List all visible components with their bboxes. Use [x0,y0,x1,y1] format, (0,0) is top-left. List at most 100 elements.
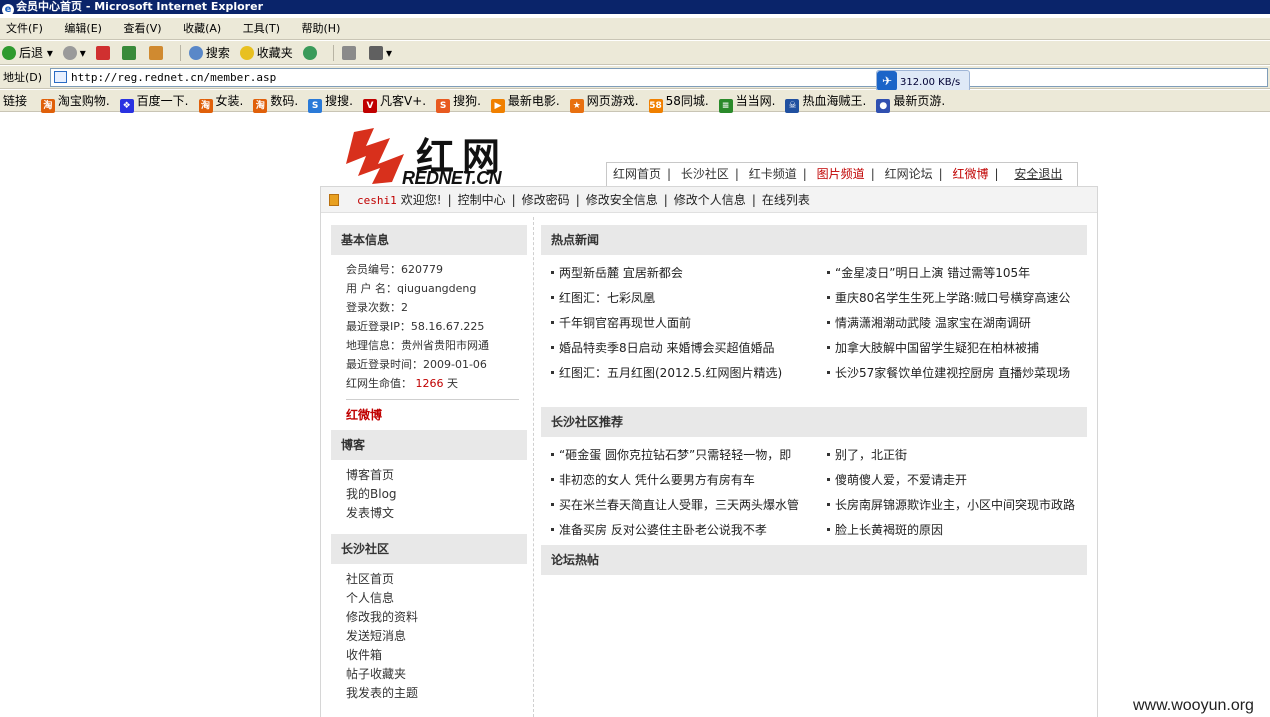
rec-item[interactable]: 非初恋的女人 凭什么要男方有房有车 [541,468,817,493]
link-bar-item[interactable]: S 搜狗. [436,90,481,113]
link-control-center[interactable]: 控制中心 [458,193,506,207]
download-speed-widget[interactable]: ✈ 312.00 KB/s [876,70,970,92]
search-icon [188,46,203,60]
taobao-icon: 淘 [198,99,213,113]
forward-button[interactable]: ▾ [62,41,86,65]
community-link[interactable]: 修改我的资料 [346,608,527,627]
taobao-icon: 淘 [253,99,268,113]
blog-links: 博客首页 我的Blog 发表博文 [331,460,527,534]
refresh-button[interactable] [122,41,139,65]
onepiece-icon: ☠ [785,99,800,113]
home-button[interactable] [149,41,166,65]
plane-icon: ✈ [877,71,897,91]
blog-link[interactable]: 发表博文 [346,504,527,523]
info-row: 登录次数：2 [346,301,408,314]
back-arrow-icon [2,46,16,60]
favorites-button[interactable]: 收藏夹 [239,41,293,65]
link-bar-item[interactable]: S 搜搜. [308,90,353,113]
top-nav: 红网首页 | 长沙社区 | 红卡频道 | 图片频道 | 红网论坛 | 红微博 | 安全退出 [606,162,1078,186]
rec-item[interactable]: 买在米兰春天简直让人受罪，三天两头爆水管 [541,493,817,518]
history-button[interactable] [302,41,320,65]
links-bar: 链接 淘淘宝购物. ❖ 百度一下. 淘女装. 淘数码. S 搜搜. V 凡客V+. S 搜狗. ▶ 最新… [0,90,1270,113]
link-change-password[interactable]: 修改密码 [522,193,570,207]
nav-photo[interactable]: 图片频道 [817,163,865,185]
community-link[interactable]: 社区首页 [346,570,527,589]
community-link[interactable]: 发送短消息 [346,627,527,646]
community-link[interactable]: 收件箱 [346,646,527,665]
community-link[interactable]: 我发表的主题 [346,684,527,703]
rec-item[interactable]: 长房南屏锦源欺诈业主，小区中间突现市政路 [817,493,1093,518]
nav-home[interactable]: 红网首页 [613,163,661,185]
taobao-icon: 淘 [40,99,55,113]
link-bar-item[interactable]: 58 58同城. [648,90,709,113]
user-bar: ceshi1 欢迎您! | 控制中心 | 修改密码 | 修改安全信息 | 修改个人信息 | 在线列表 [321,187,1097,213]
menu-help[interactable]: 帮助(H) [300,18,343,40]
link-bar-item[interactable]: ▶ 最新电影. [490,90,560,113]
nav-redcard[interactable]: 红卡频道 [749,163,797,185]
link-personal-info[interactable]: 修改个人信息 [674,193,746,207]
news-item[interactable]: 长沙57家餐饮单位建视控厨房 直播炒菜现场 [817,361,1093,386]
link-security-info[interactable]: 修改安全信息 [586,193,658,207]
link-bar-item[interactable]: ❖ 百度一下. [119,90,189,113]
info-row: 地理信息：贵州省贵阳市网通 [346,339,489,352]
search-button[interactable]: 搜索 [188,41,230,65]
news-item[interactable]: 红图汇：七彩凤凰 [541,286,817,311]
community-rec-list: “砸金蛋 圆你克拉钻石梦”只需轻轻一物，即 非初恋的女人 凭什么要男方有房有车 … [541,437,1087,545]
menu-view[interactable]: 查看(V) [121,18,163,40]
rec-item[interactable]: 脸上长黄褐斑的原因 [817,518,1093,543]
back-button[interactable]: 后退 ▾ [2,41,53,65]
rec-item[interactable]: 别了，北正街 [817,443,1093,468]
nav-forum[interactable]: 红网论坛 [885,163,933,185]
logout-link[interactable]: 安全退出 [1014,163,1062,185]
community-link[interactable]: 帖子收藏夹 [346,665,527,684]
life-value: 1266 [415,377,444,390]
nav-weibo[interactable]: 红微博 [952,163,988,185]
basic-info-title: 基本信息 [331,225,527,255]
news-item[interactable]: 加拿大肢解中国留学生疑犯在柏林被捕 [817,336,1093,361]
link-bar-item[interactable]: ● 最新页游. [876,90,945,113]
menu-file[interactable]: 文件(F) [4,18,45,40]
movie-icon: ▶ [490,99,505,113]
community-links: 社区首页 个人信息 修改我的资料 发送短消息 收件箱 帖子收藏夹 我发表的主题 [331,564,527,703]
link-bar-item[interactable]: 淘淘宝购物. [40,90,110,113]
address-bar: 地址(D) http://reg.rednet.cn/member.asp [0,66,1270,89]
stop-button[interactable] [95,41,113,65]
news-item[interactable]: 婚品特卖季8日启动 来婚博会买超值婚品 [541,336,817,361]
rec-item[interactable]: 准备买房 反对公婆住主卧老公说我不孝 [541,518,817,543]
weibo-link[interactable]: 红微博 [331,400,527,430]
nav-changsha-community[interactable]: 长沙社区 [681,163,729,185]
menu-tools[interactable]: 工具(T) [241,18,282,40]
rednet-logo[interactable]: 红网 REDNET.CN [344,124,524,188]
browser-toolbar: 后退 ▾ ▾ 搜索 收藏夹 ▾ [0,41,1270,65]
edit-button[interactable]: ▾ [369,41,392,65]
welcome-text: 欢迎您! [400,193,442,207]
window-title: 会员中心首页 - Microsoft Internet Explorer [16,0,263,13]
forum-hot-title: 论坛热帖 [541,545,1087,575]
print-button[interactable] [342,41,359,65]
star-icon [239,46,254,60]
community-link[interactable]: 个人信息 [346,589,527,608]
blog-link[interactable]: 我的Blog [346,485,527,504]
news-item[interactable]: 千年铜官窑再现世人面前 [541,311,817,336]
news-item[interactable]: “金星凌日”明日上演 错过需等105年 [817,261,1093,286]
page-content: 红网 REDNET.CN 红网首页 | 长沙社区 | 红卡频道 | 图片频道 | 红网论… [320,112,1098,717]
rec-item[interactable]: 傻萌傻人爱，不爱请走开 [817,468,1093,493]
news-item[interactable]: 情满潇湘潮动武陵 温家宝在湖南调研 [817,311,1093,336]
game-icon: ★ [569,99,584,113]
right-column: 热点新闻 两型新岳麓 宜居新都会 红图汇：七彩凤凰 千年铜官窑再现世人面前 婚品… [541,225,1087,575]
link-bar-item[interactable]: ★ 网页游戏. [569,90,639,113]
news-item[interactable]: 两型新岳麓 宜居新都会 [541,261,817,286]
link-bar-item[interactable]: ≡ 当当网. [718,90,775,113]
rec-item[interactable]: “砸金蛋 圆你克拉钻石梦”只需轻轻一物，即 [541,443,817,468]
address-input[interactable]: http://reg.rednet.cn/member.asp [50,68,1268,87]
link-bar-item[interactable]: V 凡客V+. [362,90,426,113]
menu-favorites[interactable]: 收藏(A) [181,18,223,40]
menu-edit[interactable]: 编辑(E) [62,18,104,40]
link-bar-item[interactable]: 淘女装. [198,90,243,113]
link-bar-item[interactable]: 淘数码. [253,90,298,113]
blog-link[interactable]: 博客首页 [346,466,527,485]
link-online-list[interactable]: 在线列表 [762,193,810,207]
news-item[interactable]: 重庆80名学生生死上学路:贼口号横穿高速公 [817,286,1093,311]
news-item[interactable]: 红图汇：五月红图(2012.5.红网图片精选) [541,361,817,386]
link-bar-item[interactable]: ☠ 热血海贼王. [785,90,866,113]
